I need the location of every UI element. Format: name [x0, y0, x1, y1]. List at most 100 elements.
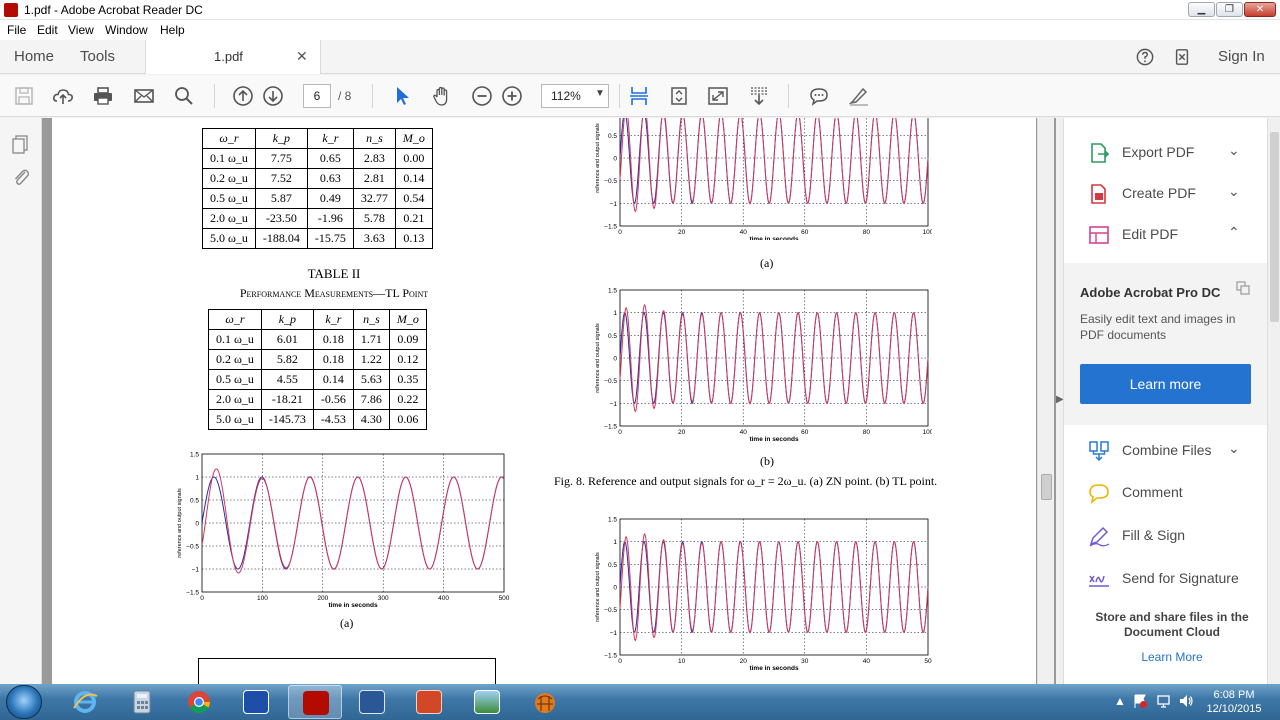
tab-bar: Home Tools 1.pdf ✕ Sign In [0, 40, 1280, 74]
attachments-icon[interactable] [11, 166, 31, 188]
glove-icon [535, 693, 555, 713]
maximize-button[interactable]: ❐ [1216, 2, 1243, 17]
page-total: / 8 [338, 89, 352, 103]
tool-create-pdf[interactable]: Create PDF ⌄ [1064, 173, 1268, 213]
save-icon[interactable] [13, 85, 35, 107]
zoom-in-icon[interactable] [501, 85, 523, 107]
x-tick-label: 100 [257, 595, 268, 602]
toolbar-divider [214, 84, 215, 108]
scrollbar-thumb[interactable] [1270, 132, 1279, 322]
table-cell: 0.00 [394, 148, 433, 169]
table-cell: 0.06 [388, 409, 427, 430]
zoom-dropdown[interactable]: 112% ▼ [541, 84, 609, 108]
chevron-up-icon[interactable]: ⌃ [1228, 224, 1240, 241]
zoom-value: 112% [551, 89, 581, 103]
clock-date: 12/10/2015 [1206, 703, 1262, 715]
email-icon[interactable] [133, 85, 155, 107]
scroll-mode-icon[interactable] [748, 85, 770, 107]
taskbar-powerpoint[interactable] [402, 685, 456, 719]
chevron-down-icon[interactable]: ⌄ [1228, 183, 1240, 200]
learn-more-button[interactable]: Learn more [1080, 364, 1251, 404]
comment-icon [1089, 484, 1109, 504]
tab-home[interactable]: Home [14, 48, 54, 65]
search-icon[interactable] [173, 85, 195, 107]
menu-window[interactable]: Window [105, 23, 148, 37]
network-icon[interactable] [1156, 693, 1172, 709]
rotate-view-icon[interactable] [668, 85, 690, 107]
help-icon[interactable] [1136, 48, 1154, 66]
print-icon[interactable] [92, 85, 114, 107]
figure-c-plot: 1.510.50−0.5−1−1.50 10 20 30 40 50time in sec… [595, 517, 932, 673]
table-cell: 2.81 [352, 168, 396, 189]
y-tick-label: 0 [195, 521, 199, 528]
system-clock[interactable]: 6:08 PM 12/10/2015 [1196, 688, 1272, 716]
close-button[interactable]: ✕ [1244, 2, 1276, 17]
highlight-pen-icon[interactable] [847, 85, 869, 107]
zoom-out-icon[interactable] [471, 85, 493, 107]
table-cell: 3.63 [352, 228, 396, 249]
page-thumbnails-icon[interactable] [11, 134, 31, 154]
document-scrollbar[interactable] [1037, 118, 1054, 684]
learn-more-link[interactable]: Learn More [1064, 650, 1280, 664]
tools-pane-scrollbar[interactable] [1267, 118, 1280, 684]
taskbar-app[interactable] [518, 685, 572, 719]
tool-send-for-signature[interactable]: Send for Signature [1064, 558, 1268, 598]
tool-fill-sign[interactable]: Fill & Sign [1064, 515, 1268, 555]
mobile-link-icon[interactable] [1173, 48, 1191, 66]
table-cell: 0.1 ω_u [208, 329, 262, 350]
menu-file[interactable]: File [7, 23, 26, 37]
chevron-down-icon[interactable]: ⌄ [1228, 142, 1240, 159]
next-page-icon[interactable] [262, 85, 284, 107]
table-header-row: ω_r k_p k_r n_s M_o [208, 309, 427, 330]
scrollbar-thumb[interactable] [1041, 474, 1052, 500]
x-tick-label: 30 [801, 658, 809, 665]
title-bar: 1.pdf - Adobe Acrobat Reader DC ▁ ❐ ✕ [0, 0, 1280, 20]
promo-description: Easily edit text and images in PDF docum… [1080, 312, 1236, 342]
taskbar-acrobat-reader[interactable] [288, 685, 342, 719]
action-center-flag-icon[interactable] [1132, 693, 1148, 709]
full-screen-icon[interactable] [707, 85, 729, 107]
taskbar-isis[interactable] [229, 685, 283, 719]
tool-comment[interactable]: Comment [1064, 472, 1268, 512]
tool-export-pdf[interactable]: Export PDF ⌄ [1064, 132, 1268, 172]
document-viewport[interactable]: ω_r k_p k_r n_s M_o 0.1 ω_u 7.75 0.65 2.83 0… [42, 118, 1056, 684]
minimize-button[interactable]: ▁ [1188, 2, 1215, 17]
page-number-input[interactable]: 6 [303, 84, 331, 108]
taskbar-internet-explorer[interactable] [58, 685, 112, 719]
comment-icon[interactable] [808, 85, 830, 107]
menu-view[interactable]: View [68, 23, 94, 37]
word-icon [359, 690, 385, 714]
hand-tool-icon[interactable] [431, 85, 453, 107]
tray-overflow-icon[interactable]: ▲ [1114, 694, 1126, 708]
select-cursor-icon[interactable] [392, 85, 414, 107]
copy-icon[interactable] [1236, 281, 1250, 295]
menu-edit[interactable]: Edit [37, 23, 58, 37]
fit-page-icon[interactable] [628, 85, 650, 107]
taskbar-calculator[interactable] [115, 685, 169, 719]
table-cell: 0.63 [306, 168, 354, 189]
internet-explorer-icon [73, 691, 98, 713]
table-cell: 7.75 [254, 148, 308, 169]
chevron-down-icon[interactable]: ⌄ [1228, 440, 1240, 457]
tab-document[interactable]: 1.pdf ✕ [145, 40, 321, 74]
fill-sign-icon [1089, 526, 1110, 547]
taskbar-image-viewer[interactable] [460, 685, 514, 719]
tab-close-icon[interactable]: ✕ [296, 48, 308, 65]
taskbar-chrome[interactable] [172, 685, 226, 719]
previous-page-icon[interactable] [232, 85, 254, 107]
volume-icon[interactable] [1178, 693, 1194, 709]
sign-in-link[interactable]: Sign In [1218, 48, 1265, 65]
edit-pdf-icon [1089, 226, 1109, 244]
document-cloud-text: Store and share files in the Document Cl… [1095, 610, 1249, 639]
taskbar-word[interactable] [345, 685, 399, 719]
start-button[interactable] [6, 685, 42, 719]
menu-help[interactable]: Help [160, 23, 185, 37]
x-axis-label: time in seconds [328, 602, 378, 609]
figure-8a-label: (a) [760, 256, 774, 270]
tool-edit-pdf[interactable]: Edit PDF ⌃ [1064, 214, 1268, 254]
upload-cloud-icon[interactable] [52, 85, 74, 107]
y-tick-label: −0.5 [604, 378, 617, 385]
tool-combine-files[interactable]: Combine Files ⌄ [1064, 430, 1268, 470]
tab-tools[interactable]: Tools [80, 48, 115, 65]
table-cell: 4.55 [260, 369, 314, 390]
